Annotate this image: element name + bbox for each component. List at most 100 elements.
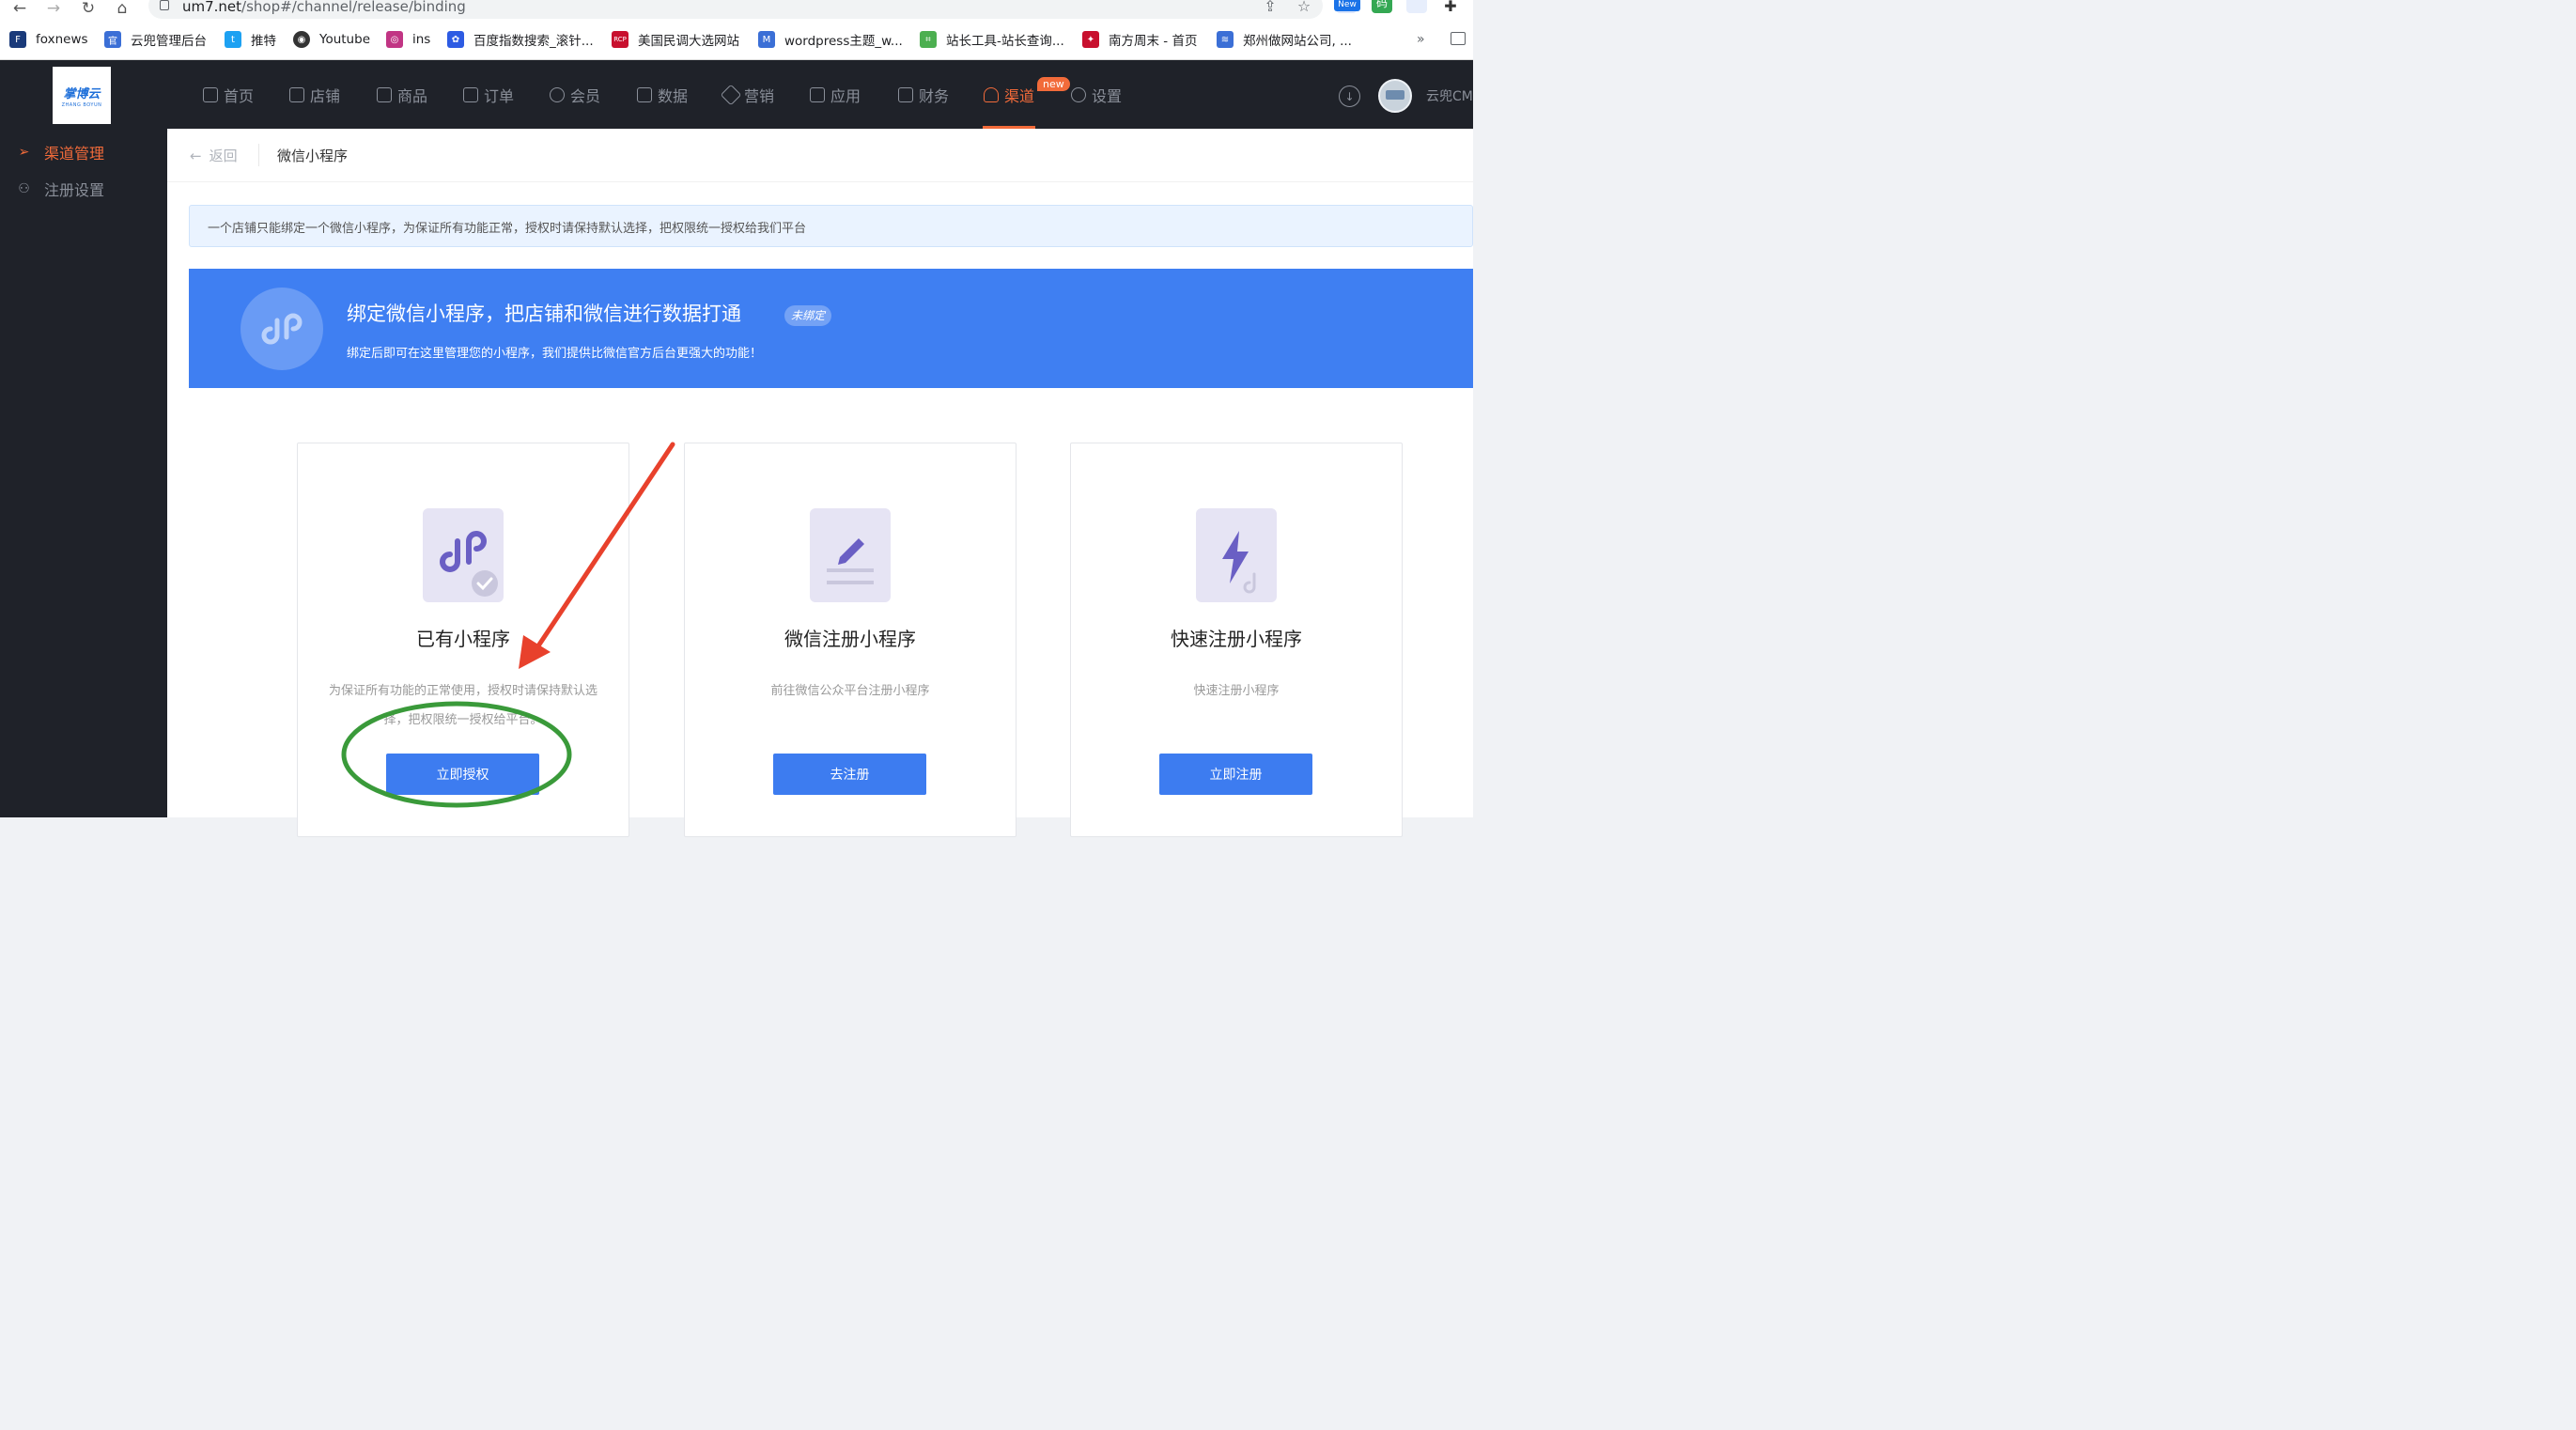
card-existing-mini-program: 已有小程序 为保证所有功能的正常使用，授权时请保持默认选择，把权限统一授权给平台… bbox=[297, 443, 629, 837]
binding-hero-banner: 绑定微信小程序，把店铺和微信进行数据打通 未绑定 绑定后即可在这里管理您的小程序… bbox=[189, 269, 1473, 388]
nav-item-home[interactable]: 首页 bbox=[203, 85, 254, 105]
bookmarks-more-icon[interactable]: » bbox=[1417, 32, 1425, 47]
extension-new-badge: New bbox=[1334, 0, 1360, 11]
browser-toolbar: ← → ↻ ⌂ um7.net/shop#/channel/release/bi… bbox=[0, 0, 1473, 23]
channel-bag-icon bbox=[984, 87, 999, 102]
register-now-button[interactable]: 立即注册 bbox=[1159, 754, 1312, 795]
url-text: um7.net/shop#/channel/release/binding bbox=[182, 0, 466, 15]
lock-icon bbox=[160, 0, 169, 10]
address-bar[interactable]: um7.net/shop#/channel/release/binding bbox=[148, 0, 1323, 19]
data-chart-icon bbox=[637, 87, 652, 102]
authorize-now-button[interactable]: 立即授权 bbox=[386, 754, 539, 795]
sidebar-item-channel-management[interactable]: ➢ 渠道管理 bbox=[17, 142, 104, 163]
go-register-button[interactable]: 去注册 bbox=[773, 754, 926, 795]
bookmark-item[interactable]: ◉ Youtube bbox=[293, 30, 370, 49]
card-title: 微信注册小程序 bbox=[784, 628, 916, 650]
app-top-nav: 掌博云 ZHANG BOYUN 首页 店铺 商品 订单 会员 数据 营销 应用 … bbox=[0, 60, 1473, 129]
twitter-icon: t bbox=[225, 31, 241, 48]
hero-title: 绑定微信小程序，把店铺和微信进行数据打通 bbox=[347, 303, 741, 325]
app-box-icon bbox=[810, 87, 825, 102]
instagram-icon: ◎ bbox=[386, 31, 403, 48]
extensions-puzzle-icon[interactable]: ✚ bbox=[1441, 0, 1460, 15]
card-wechat-register: 微信注册小程序 前往微信公众平台注册小程序 去注册 bbox=[684, 443, 1016, 837]
page-header: ← 返回 微信小程序 bbox=[167, 129, 1473, 182]
bookmark-item[interactable]: 官云兜管理后台 bbox=[104, 30, 207, 49]
card-quick-register: 快速注册小程序 快速注册小程序 立即注册 bbox=[1070, 443, 1403, 837]
send-icon: ➢ bbox=[18, 145, 30, 160]
back-arrow-icon: ← bbox=[190, 147, 202, 164]
bookmark-item[interactable]: ✿ 百度指数搜索_滚针... bbox=[447, 30, 594, 49]
nav-item-apps[interactable]: 应用 bbox=[810, 85, 861, 105]
southern-weekly-icon: ✦ bbox=[1082, 31, 1099, 48]
main-content: ← 返回 微信小程序 一个店铺只能绑定一个微信小程序，为保证所有功能正常，授权时请… bbox=[167, 129, 1473, 837]
translate-extension-icon[interactable] bbox=[1406, 0, 1427, 13]
card-description: 为保证所有功能的正常使用，授权时请保持默认选择，把权限统一授权给平台。 bbox=[328, 684, 597, 727]
sidebar-item-registration-settings[interactable]: ⚇ 注册设置 bbox=[17, 179, 104, 199]
hero-subtitle: 绑定后即可在这里管理您的小程序，我们提供比微信官方后台更强大的功能！ bbox=[347, 347, 763, 361]
nav-item-data[interactable]: 数据 bbox=[637, 85, 688, 105]
gear-icon bbox=[1071, 87, 1086, 102]
home-icon[interactable]: ⌂ bbox=[112, 0, 132, 19]
bookmark-item[interactable]: Ffoxnews bbox=[9, 30, 88, 49]
card-description: 前往微信公众平台注册小程序 bbox=[770, 684, 930, 698]
order-icon bbox=[463, 87, 478, 102]
share-icon[interactable]: ⇪ bbox=[1261, 0, 1280, 15]
foxnews-icon: F bbox=[9, 31, 26, 48]
left-sidebar: ➢ 渠道管理 ⚇ 注册设置 bbox=[0, 129, 167, 817]
bookmarks-bar: Ffoxnews 官云兜管理后台 t 推特 ◉ Youtube ◎ ins ✿ 百度指数… bbox=[0, 26, 1473, 53]
forward-arrow-icon[interactable]: → bbox=[43, 0, 64, 19]
app-logo[interactable]: 掌博云 ZHANG BOYUN bbox=[53, 67, 111, 124]
nav-item-finance[interactable]: 财务 bbox=[898, 85, 949, 105]
card-description: 快速注册小程序 bbox=[1193, 684, 1280, 698]
bookmark-item[interactable]: RCP 美国民调大选网站 bbox=[612, 30, 739, 49]
bookmark-item[interactable]: t 推特 bbox=[225, 30, 276, 49]
nav-item-marketing[interactable]: 营销 bbox=[720, 84, 774, 106]
user-name[interactable]: 云兜CM bbox=[1426, 86, 1473, 105]
product-icon bbox=[377, 87, 392, 102]
user-settings-icon: ⚇ bbox=[18, 181, 30, 196]
tag-icon bbox=[720, 84, 742, 106]
back-button[interactable]: ← 返回 bbox=[190, 146, 238, 165]
nav-item-channel[interactable]: 渠道 bbox=[984, 85, 1034, 105]
youtube-icon: ◉ bbox=[293, 31, 310, 48]
browser-chrome: ← → ↻ ⌂ um7.net/shop#/channel/release/bi… bbox=[0, 0, 1473, 60]
info-tip-bar: 一个店铺只能绑定一个微信小程序，为保证所有功能正常，授权时请保持默认选择，把权限… bbox=[189, 205, 1473, 247]
bookmark-star-icon[interactable]: ☆ bbox=[1295, 0, 1313, 15]
card-title: 快速注册小程序 bbox=[1171, 628, 1302, 650]
store-icon bbox=[289, 87, 304, 102]
reading-list-icon[interactable] bbox=[1451, 32, 1466, 45]
finance-icon bbox=[898, 87, 913, 102]
download-icon[interactable]: ↓ bbox=[1339, 85, 1360, 107]
wordpress-theme-icon: M bbox=[758, 31, 775, 48]
member-icon bbox=[550, 87, 565, 102]
reload-icon[interactable]: ↻ bbox=[78, 0, 99, 19]
bookmark-item[interactable]: ✦ 南方周末 - 首页 bbox=[1082, 30, 1197, 49]
bookmark-item[interactable]: ≋ 郑州做网站公司, ... bbox=[1217, 30, 1352, 49]
official-icon: 官 bbox=[104, 31, 121, 48]
extension-code-icon[interactable]: 码 bbox=[1372, 0, 1392, 13]
bookmark-item[interactable]: Mwordpress主题_w... bbox=[758, 30, 903, 49]
rcp-icon: RCP bbox=[612, 31, 628, 48]
logo-text: 掌博云 bbox=[63, 86, 101, 101]
page-title: 微信小程序 bbox=[277, 148, 349, 164]
nav-item-store[interactable]: 店铺 bbox=[289, 85, 340, 105]
nav-item-products[interactable]: 商品 bbox=[377, 85, 427, 105]
back-arrow-icon[interactable]: ← bbox=[9, 0, 30, 19]
home-icon bbox=[203, 87, 218, 102]
card-title: 已有小程序 bbox=[416, 628, 510, 650]
bookmark-item[interactable]: ◎ ins bbox=[386, 30, 430, 49]
avatar[interactable] bbox=[1378, 79, 1412, 113]
bookmark-item[interactable]: ⌗ 站长工具-站长查询... bbox=[920, 30, 1064, 49]
web-company-icon: ≋ bbox=[1217, 31, 1234, 48]
baidu-icon: ✿ bbox=[447, 31, 464, 48]
pen-edit-icon bbox=[810, 508, 891, 602]
header-divider bbox=[258, 144, 259, 166]
nav-item-orders[interactable]: 订单 bbox=[463, 85, 514, 105]
unbound-status-badge: 未绑定 bbox=[784, 305, 832, 326]
webmaster-tools-icon: ⌗ bbox=[920, 31, 937, 48]
lightning-icon bbox=[1196, 508, 1277, 602]
mini-program-logo-icon bbox=[241, 288, 323, 370]
nav-item-settings[interactable]: 设置 bbox=[1071, 85, 1122, 105]
new-badge: new bbox=[1037, 77, 1070, 91]
nav-item-members[interactable]: 会员 bbox=[550, 85, 600, 105]
